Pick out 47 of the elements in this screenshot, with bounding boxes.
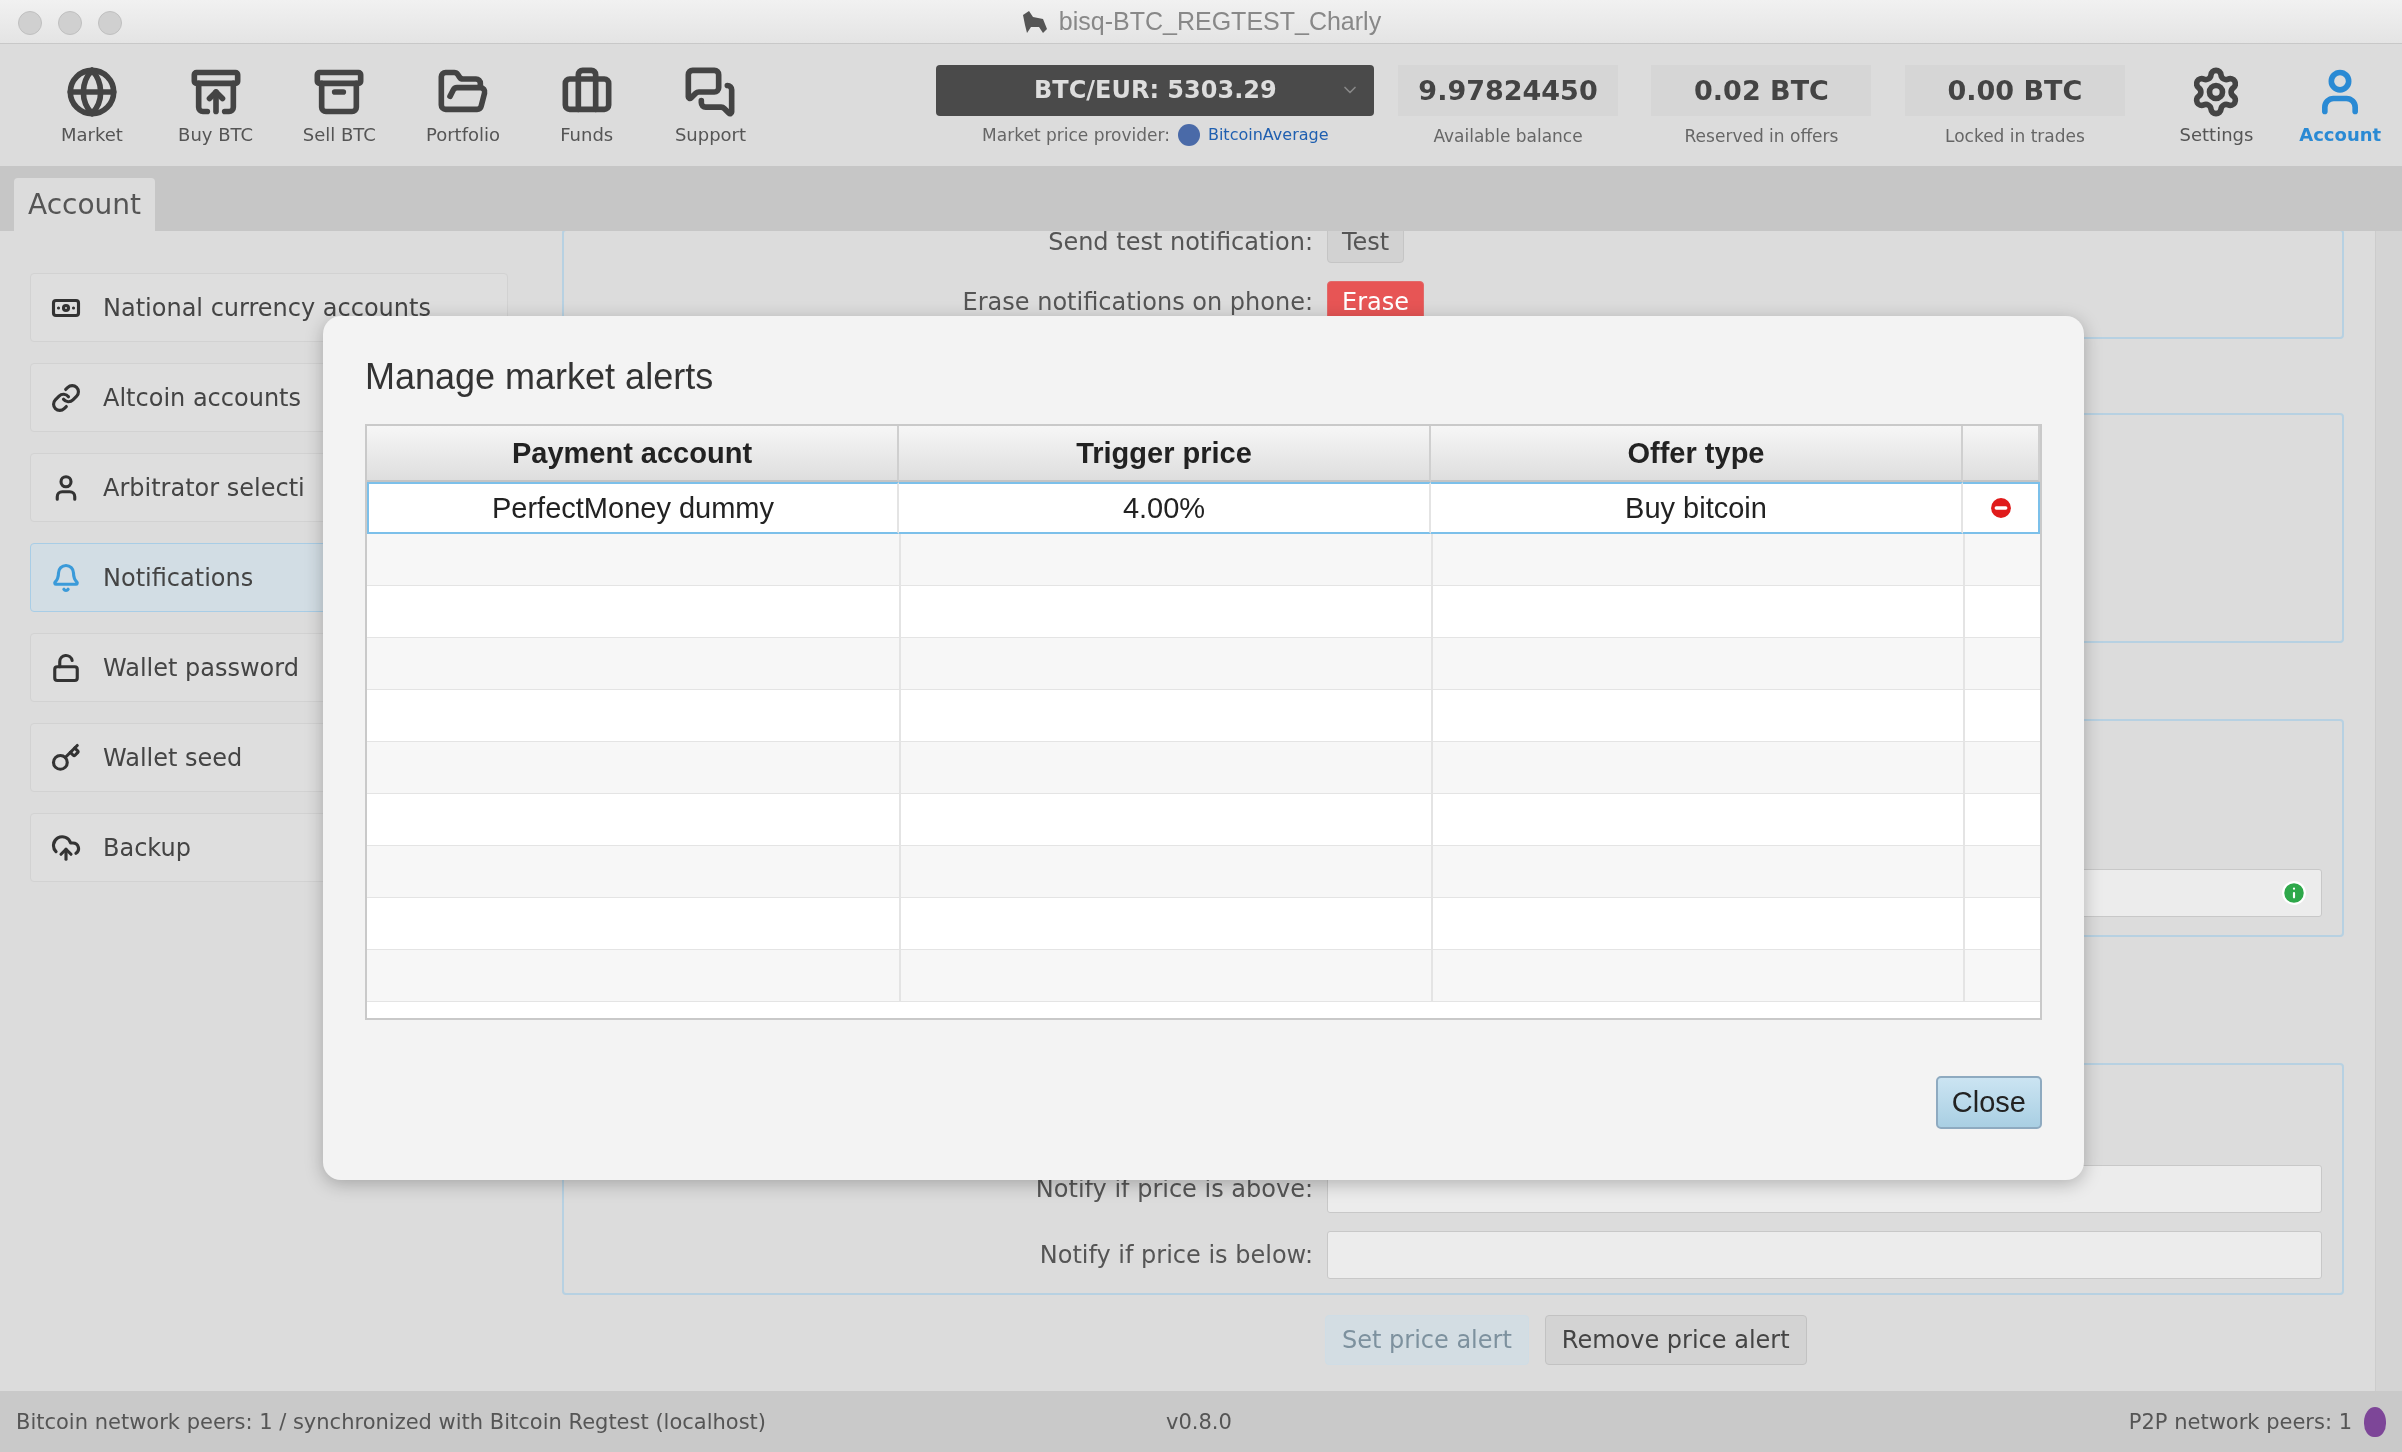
balance-label: Available balance [1433, 125, 1583, 146]
table-cell: Buy bitcoin [1431, 482, 1963, 534]
provider-icon [1177, 123, 1200, 146]
column-header[interactable]: Payment account [367, 426, 899, 482]
onion-icon [2364, 1406, 2386, 1437]
column-header[interactable]: Offer type [1431, 426, 1963, 482]
nav-button[interactable]: Market [30, 65, 154, 145]
window-control[interactable] [58, 11, 82, 35]
balance-box: 9.97824450 [1398, 64, 1619, 116]
table-cell: PerfectMoney dummy [367, 482, 899, 534]
input-field[interactable] [1327, 1231, 2322, 1279]
bell-icon [51, 562, 81, 593]
nav-button[interactable]: Settings [2154, 65, 2279, 145]
table-cell: 4.00% [899, 482, 1431, 534]
column-header[interactable]: Trigger price [899, 426, 1431, 482]
balance-label: Locked in trades [1945, 125, 2085, 146]
window-control[interactable] [98, 11, 122, 35]
window-control[interactable] [18, 11, 42, 35]
info-icon [2281, 880, 2307, 906]
close-button[interactable]: Close [1935, 1076, 2042, 1129]
form-label: Erase notifications on phone: [961, 288, 1313, 316]
nav-button[interactable]: Sell BTC [277, 65, 402, 145]
provider-label: Market price provider: [982, 124, 1170, 145]
form-label: Notify if price is below: [1038, 1241, 1313, 1269]
balance-box: 0.02 BTC [1651, 64, 1872, 116]
provider-link[interactable]: BitcoinAverage [1207, 125, 1329, 144]
cloud-icon [51, 832, 81, 863]
nav-button[interactable]: Buy BTC [153, 65, 278, 145]
globe-icon [65, 65, 118, 118]
nav-button[interactable]: Funds [524, 65, 649, 145]
nav-button[interactable]: Portfolio [401, 65, 525, 145]
status-text: Bitcoin network peers: 1 / synchronized with Bitcoin Regtest (localhost) [16, 1409, 768, 1434]
balance-box: 0.00 BTC [1904, 64, 2125, 116]
version-text: v0.8.0 [1166, 1409, 1232, 1434]
key-icon [51, 742, 81, 773]
form-label: Send test notification: [1047, 231, 1313, 256]
price-selector[interactable]: BTC/EUR: 5303.29 [936, 64, 1375, 116]
balance-label: Reserved in offers [1684, 125, 1839, 146]
price-alert-button[interactable]: Remove price alert [1544, 1315, 1807, 1365]
tab[interactable]: Account [14, 178, 156, 231]
test-button[interactable]: Test [1327, 231, 1405, 263]
link-icon [51, 382, 81, 413]
chat-icon [684, 65, 737, 118]
unlocked-icon [51, 652, 81, 683]
nav-button[interactable]: Support [648, 65, 773, 145]
status-text: P2P network peers: 1 [2128, 1409, 2352, 1434]
window-title: bisq-BTC_REGTEST_Charly [1058, 7, 1382, 36]
